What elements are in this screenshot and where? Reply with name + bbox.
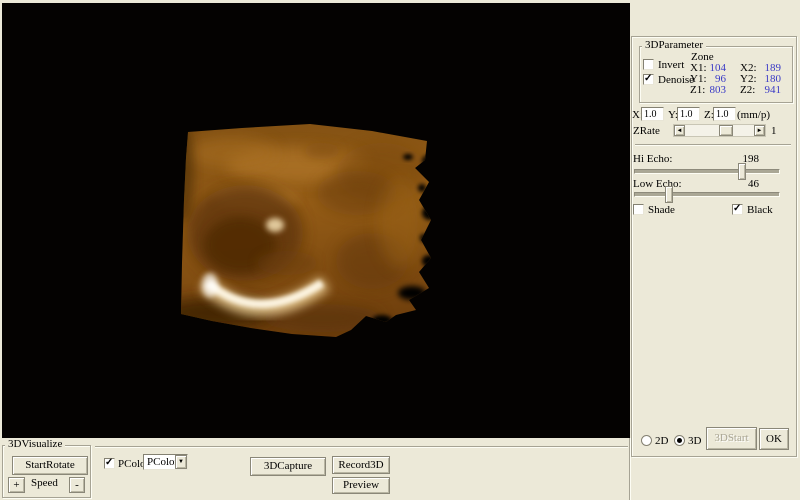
black-checkbox[interactable]: ✓ — [732, 204, 743, 215]
shade-checkbox[interactable] — [633, 204, 644, 215]
zone-z1-value: 803 — [700, 85, 726, 96]
hi-echo-slider-thumb[interactable] — [738, 163, 746, 180]
start-3d-button[interactable]: 3DStart — [706, 427, 757, 450]
preview-button[interactable]: Preview — [332, 477, 390, 494]
low-echo-value: 46 — [733, 179, 759, 190]
hi-echo-label: Hi Echo: — [633, 154, 672, 165]
check-icon: ✓ — [644, 73, 652, 84]
app-window: 3DParameter Invert ✓ Denoise Zone X1: 10… — [0, 0, 800, 500]
bottom-divider-line — [95, 446, 628, 448]
zrate-scrollbar[interactable]: ◄ ► — [673, 124, 766, 137]
shade-label: Shade — [648, 205, 675, 216]
low-echo-slider-thumb[interactable] — [665, 186, 673, 203]
hi-echo-slider[interactable] — [634, 169, 780, 174]
mode-2d-label: 2D — [655, 436, 668, 447]
mode-2d-radio[interactable] — [641, 435, 652, 446]
arrow-left-icon[interactable]: ◄ — [674, 125, 685, 136]
zrate-label: ZRate — [633, 126, 660, 137]
radio-dot — [677, 438, 682, 443]
pcolor-checkbox[interactable]: ✓ — [104, 458, 115, 469]
start-rotate-button[interactable]: StartRotate — [12, 456, 88, 475]
chevron-down-icon[interactable]: ▼ — [175, 455, 187, 469]
panel-divider-line — [629, 438, 631, 500]
y-scale-input[interactable] — [677, 107, 700, 121]
zrate-value: 1 — [771, 126, 777, 137]
low-echo-label: Low Echo: — [633, 179, 682, 190]
zone-z2-label: Z2: — [740, 85, 755, 96]
record-3d-button[interactable]: Record3D — [332, 456, 390, 474]
mode-3d-radio[interactable] — [674, 435, 685, 446]
zone-z2-value: 941 — [754, 85, 781, 96]
x-scale-input[interactable] — [641, 107, 664, 121]
render-viewport[interactable] — [2, 3, 630, 438]
visualize-group-title: 3DVisualize — [5, 439, 65, 450]
speed-label: Speed — [31, 478, 58, 489]
denoise-label: Denoise — [658, 75, 694, 86]
zrate-scrollbar-thumb[interactable] — [719, 125, 733, 136]
speed-minus-button[interactable]: - — [69, 477, 85, 493]
ultrasound-volume-image — [172, 113, 442, 348]
hi-echo-value: 198 — [733, 154, 759, 165]
pcolor-combobox[interactable]: PColor ▼ — [143, 454, 188, 470]
arrow-right-icon[interactable]: ► — [754, 125, 765, 136]
low-echo-slider[interactable] — [634, 192, 780, 197]
invert-label: Invert — [658, 60, 684, 71]
capture-3d-button[interactable]: 3DCapture — [250, 457, 326, 476]
denoise-checkbox[interactable]: ✓ — [643, 74, 654, 85]
speed-plus-button[interactable]: + — [8, 477, 25, 493]
separator-line — [635, 144, 791, 146]
invert-checkbox[interactable] — [643, 59, 654, 70]
scale-unit-label: (mm/p) — [737, 110, 770, 121]
black-label: Black — [747, 205, 773, 216]
mode-3d-label: 3D — [688, 436, 701, 447]
parameter-group-title: 3DParameter — [642, 40, 706, 51]
z-scale-input[interactable] — [713, 107, 736, 121]
pcolor-combobox-value: PColor — [147, 456, 178, 468]
check-icon: ✓ — [105, 457, 113, 468]
check-icon: ✓ — [733, 203, 741, 214]
ok-button[interactable]: OK — [759, 428, 789, 450]
